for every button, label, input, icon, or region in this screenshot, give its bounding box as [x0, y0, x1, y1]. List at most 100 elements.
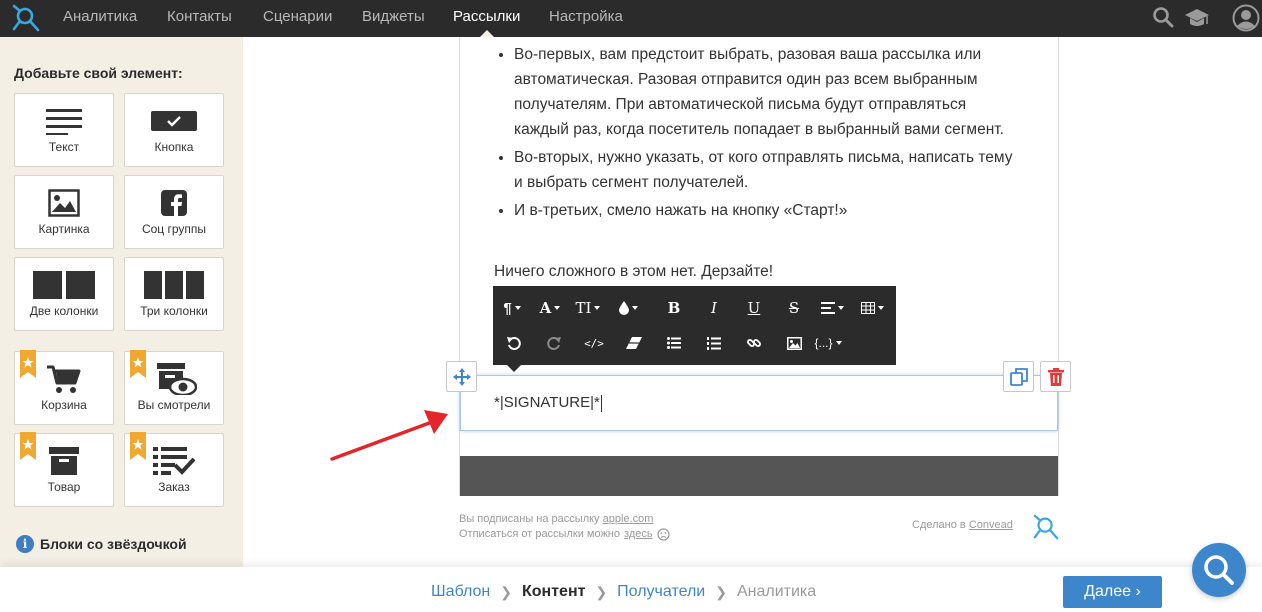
tile-product[interactable]: Товар [14, 432, 114, 507]
chevron-right-icon: › [1135, 583, 1141, 600]
copy-icon [1009, 367, 1028, 386]
bullet-list-button[interactable] [657, 329, 691, 357]
color-drop-icon [618, 301, 629, 315]
step-content[interactable]: Контент [522, 583, 585, 601]
subscription-link[interactable]: apple.com [603, 513, 654, 525]
search-icon[interactable] [1152, 6, 1174, 28]
info-icon: i [16, 535, 34, 553]
tile-order[interactable]: Заказ [124, 432, 224, 507]
graduation-cap-icon[interactable] [1184, 7, 1210, 29]
convead-logo-icon[interactable] [10, 3, 42, 33]
product-box-icon [15, 444, 113, 478]
next-button-label: Далее [1084, 583, 1132, 600]
email-outro-text: Ничего сложного в этом нет. Дерзайте! [494, 263, 774, 280]
email-meta-left: Вы подписаны на рассылку apple.com Отпис… [459, 512, 670, 542]
italic-button[interactable]: I [697, 294, 731, 322]
nav-analytics[interactable]: Аналитика [63, 0, 137, 37]
duplicate-block-button[interactable] [1003, 361, 1034, 392]
text-color-button[interactable] [611, 294, 645, 322]
tile-label: Кнопка [154, 140, 194, 154]
variables-button[interactable]: {...} [811, 329, 845, 357]
redo-button[interactable] [537, 329, 571, 357]
avatar-icon[interactable] [1232, 4, 1260, 32]
nav-widgets[interactable]: Виджеты [362, 0, 425, 37]
chevron-right-icon: ❯ [715, 583, 727, 600]
bold-button[interactable]: B [657, 294, 691, 322]
two-columns-icon [15, 268, 113, 302]
toolbar-pointer [507, 365, 521, 372]
tile-image[interactable]: Картинка [14, 175, 114, 249]
font-icon: A [539, 299, 552, 317]
element-sidebar: Добавьте свой элемент: Текст Кнопка Карт… [0, 37, 243, 567]
unsubscribe-text: Отписаться от рассылки можно [459, 528, 621, 540]
order-list-icon [125, 444, 223, 478]
align-left-icon [820, 302, 835, 314]
email-footer-bar [460, 456, 1058, 496]
tile-label: Товар [47, 480, 81, 494]
wizard-steps: Шаблон ❯ Контент ❯ Получатели ❯ Аналитик… [431, 583, 816, 601]
trash-icon [1047, 367, 1064, 386]
tile-label: Картинка [38, 222, 90, 236]
tile-social[interactable]: Соц группы [124, 175, 224, 249]
sad-face-icon [656, 528, 670, 541]
search-icon [1204, 555, 1234, 585]
tile-viewed[interactable]: Вы смотрели [124, 350, 224, 425]
code-icon: </> [584, 336, 604, 350]
italic-icon: I [711, 299, 717, 317]
convead-link[interactable]: Convead [969, 519, 1013, 531]
help-search-button[interactable] [1192, 543, 1246, 597]
undo-icon [507, 337, 521, 350]
top-navigation: Аналитика Контакты Сценарии Виджеты Расс… [0, 0, 1262, 37]
font-size-icon: TI [575, 299, 592, 317]
numbered-list-button[interactable] [697, 329, 731, 357]
paragraph-format-button[interactable]: ¶ [495, 294, 529, 322]
chevron-right-icon: ❯ [595, 583, 608, 600]
undo-button[interactable] [497, 329, 531, 357]
tile-button[interactable]: Кнопка [124, 93, 224, 167]
move-block-button[interactable] [446, 361, 477, 392]
nav-scenarios[interactable]: Сценарии [263, 0, 332, 37]
annotation-arrow-icon [330, 410, 448, 461]
nav-settings[interactable]: Настройка [549, 0, 623, 37]
premium-info[interactable]: i Блоки со звёздочкой [16, 535, 187, 553]
tile-cart[interactable]: Корзина [14, 350, 114, 425]
underline-icon: U [747, 299, 761, 317]
signature-block[interactable]: *|SIGNATURE|* [460, 375, 1058, 431]
text-cursor [600, 394, 602, 412]
sidebar-title: Добавьте свой элемент: [14, 65, 183, 81]
strikethrough-button[interactable]: S [777, 294, 811, 322]
step-recipients[interactable]: Получатели [617, 583, 705, 601]
underline-button[interactable]: U [737, 294, 771, 322]
font-size-button[interactable]: TI [571, 294, 605, 322]
font-family-button[interactable]: A [533, 294, 567, 322]
list-item: Во-первых, вам предстоит выбрать, разова… [514, 42, 1014, 142]
signature-text-field[interactable]: *|SIGNATURE|* [494, 394, 602, 412]
link-button[interactable] [737, 329, 771, 357]
eraser-icon [626, 337, 642, 349]
clear-format-button[interactable] [617, 329, 651, 357]
viewed-icon [125, 362, 223, 396]
tile-text[interactable]: Текст [14, 93, 114, 167]
code-view-button[interactable]: </> [577, 329, 611, 357]
delete-block-button[interactable] [1040, 361, 1071, 392]
nav-contacts[interactable]: Контакты [167, 0, 232, 37]
insert-image-icon [786, 336, 802, 350]
step-analytics[interactable]: Аналитика [737, 583, 816, 601]
cart-icon [15, 362, 113, 396]
redo-icon [547, 337, 561, 350]
unsubscribe-link[interactable]: здесь [624, 527, 653, 542]
text-lines-icon [15, 104, 113, 138]
rich-text-toolbar: ¶ A TI B I U S </> {...} [493, 286, 896, 372]
numbered-list-icon [707, 336, 721, 350]
bold-icon: B [667, 299, 681, 317]
tile-two-columns[interactable]: Две колонки [14, 257, 114, 331]
tile-three-columns[interactable]: Три колонки [124, 257, 224, 331]
convead-footer-logo-icon[interactable] [1031, 513, 1061, 541]
next-button[interactable]: Далее › [1063, 576, 1162, 608]
align-button[interactable] [815, 294, 849, 322]
step-template[interactable]: Шаблон [431, 583, 490, 601]
insert-image-button[interactable] [777, 329, 811, 357]
table-button[interactable] [855, 294, 889, 322]
active-nav-caret [480, 30, 494, 37]
wizard-bar: Шаблон ❯ Контент ❯ Получатели ❯ Аналитик… [0, 567, 1262, 612]
